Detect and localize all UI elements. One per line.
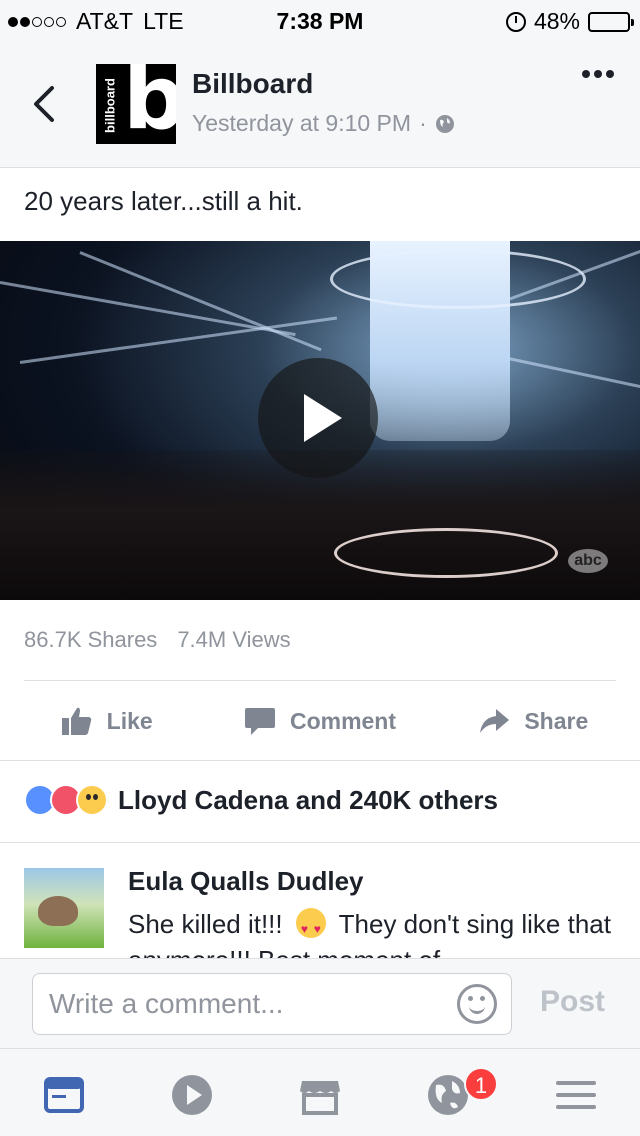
comment-composer: Write a comment... Post xyxy=(0,958,640,1048)
comment-text: She killed it!!! They don't sing like th… xyxy=(128,906,618,958)
views-count: 7.4M Views xyxy=(177,627,291,652)
abc-watermark: abc xyxy=(568,549,608,573)
news-feed-icon[interactable] xyxy=(42,1073,86,1117)
comment-text-part1: She killed it!!! xyxy=(128,909,283,939)
wow-reaction-icon xyxy=(76,784,108,816)
post-actions: Like Comment Share xyxy=(0,690,640,752)
comment-button[interactable]: Comment xyxy=(213,690,426,752)
page-name-link[interactable]: Billboard xyxy=(192,68,313,100)
alarm-icon xyxy=(505,11,526,32)
logo-letter: b xyxy=(123,64,176,144)
bottom-tab-bar: 1 xyxy=(0,1048,640,1136)
reactions-summary[interactable]: Lloyd Cadena and 240K others xyxy=(24,784,498,816)
comment-label: Comment xyxy=(289,707,397,734)
post-caption: 20 years later...still a hit. xyxy=(24,186,303,216)
meta-separator: · xyxy=(419,110,427,136)
divider xyxy=(24,680,616,681)
shares-count[interactable]: 86.7K Shares xyxy=(24,627,157,653)
like-label: Like xyxy=(106,707,153,734)
marketplace-icon[interactable] xyxy=(298,1073,342,1117)
public-globe-icon xyxy=(435,114,454,133)
divider xyxy=(0,842,640,843)
video-tab-icon[interactable] xyxy=(170,1073,214,1117)
comment-placeholder: Write a comment... xyxy=(49,988,284,1019)
commenter-name[interactable]: Eula Qualls Dudley xyxy=(128,866,364,897)
share-arrow-icon xyxy=(480,709,510,733)
post-header: billboard b Billboard Yesterday at 9:10 … xyxy=(0,40,640,168)
reactions-text: Lloyd Cadena and 240K others xyxy=(118,784,498,815)
page-avatar-logo[interactable]: billboard b xyxy=(96,64,176,144)
more-options-icon[interactable] xyxy=(582,70,614,78)
chandelier-ring xyxy=(330,249,586,309)
heart-eyes-emoji-icon xyxy=(295,908,326,947)
divider xyxy=(0,760,640,761)
post-timestamp[interactable]: Yesterday at 9:10 PM xyxy=(192,110,411,137)
thumbs-up-icon xyxy=(61,707,91,735)
post-button[interactable]: Post xyxy=(540,985,605,1019)
battery-percent: 48% xyxy=(533,8,580,34)
back-chevron-icon[interactable] xyxy=(30,84,60,124)
comment-item: Eula Qualls Dudley She killed it!!! They… xyxy=(24,866,624,958)
notification-badge: 1 xyxy=(464,1067,498,1101)
comment-input[interactable]: Write a comment... xyxy=(32,973,512,1035)
share-label: Share xyxy=(524,707,589,734)
status-bar: AT&T LTE 7:38 PM 48% xyxy=(0,0,640,40)
post-stats: 86.7K Shares 7.4M Views xyxy=(24,627,291,653)
comment-bubble-icon xyxy=(244,708,275,735)
play-button-icon[interactable] xyxy=(258,358,378,478)
emoji-picker-icon[interactable] xyxy=(457,984,497,1024)
menu-hamburger-icon[interactable] xyxy=(554,1073,598,1117)
commenter-avatar[interactable] xyxy=(24,868,104,948)
video-player[interactable]: abc xyxy=(0,241,640,600)
light-beam xyxy=(19,316,338,364)
post-meta: Yesterday at 9:10 PM · xyxy=(192,110,455,137)
stage-ring xyxy=(334,528,558,578)
battery-icon xyxy=(588,11,634,32)
share-button[interactable]: Share xyxy=(427,690,640,752)
logo-vertical-text: billboard xyxy=(102,78,118,133)
like-button[interactable]: Like xyxy=(0,690,213,752)
